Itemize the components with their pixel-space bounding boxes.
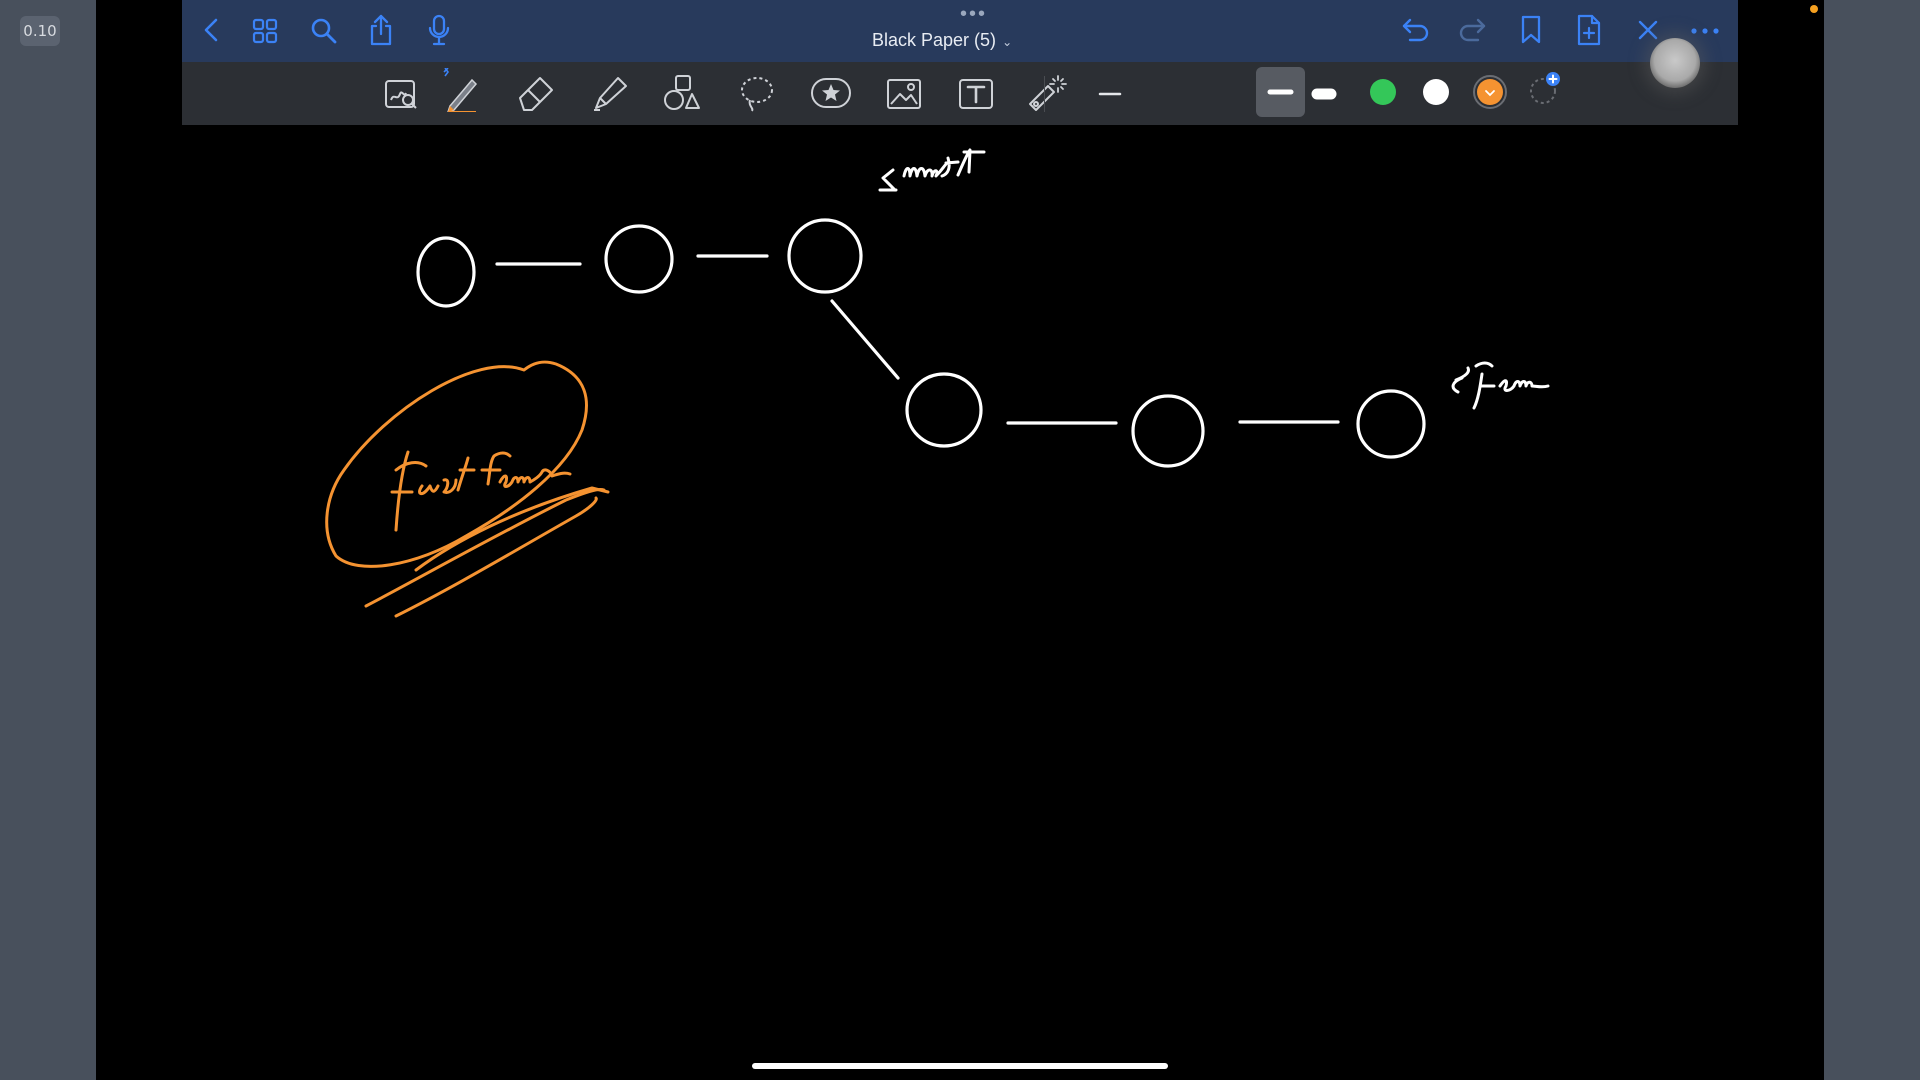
underline-stroke — [394, 496, 598, 618]
tools-bar — [182, 62, 1738, 125]
toolbar-divider — [1044, 76, 1045, 112]
node-circle — [787, 218, 863, 294]
microphone-icon[interactable] — [428, 14, 450, 46]
stroke-medium-selected[interactable] — [1256, 67, 1305, 117]
pen-icon[interactable] — [440, 68, 480, 112]
node-circle — [1356, 389, 1426, 459]
undo-icon[interactable] — [1400, 16, 1430, 44]
handwriting-fast-forward — [390, 450, 572, 532]
color-white-swatch[interactable] — [1421, 77, 1451, 107]
bookmark-icon[interactable] — [1520, 15, 1542, 45]
handwriting-master — [878, 148, 986, 192]
stroke-medium-icon — [1267, 89, 1294, 95]
connector-line — [830, 299, 900, 380]
node-circle — [604, 224, 674, 294]
recording-indicator-dot — [1810, 5, 1818, 13]
share-icon[interactable] — [368, 14, 394, 46]
ipad-screen: ••• Black Paper (5) ⌄ — [96, 0, 1824, 1080]
color-green-swatch[interactable] — [1368, 77, 1398, 107]
document-title[interactable]: Black Paper (5) ⌄ — [872, 30, 1012, 51]
linked-list-drawing — [416, 218, 1426, 468]
handwritten-orange-annotation — [325, 360, 610, 618]
stroke-thin-icon[interactable] — [1094, 78, 1126, 110]
add-color-icon[interactable] — [1528, 70, 1564, 108]
search-icon[interactable] — [310, 17, 338, 45]
text-icon[interactable] — [958, 78, 994, 110]
lasso-zoom-icon[interactable] — [384, 78, 418, 110]
assistive-touch-button[interactable] — [1650, 38, 1700, 88]
underline-stroke — [364, 488, 606, 608]
shapes-icon[interactable] — [662, 74, 702, 112]
highlighter-icon[interactable] — [590, 74, 630, 112]
laser-pointer-icon[interactable] — [1026, 72, 1068, 112]
grid-view-icon[interactable] — [252, 18, 278, 44]
sticker-icon[interactable] — [810, 76, 852, 110]
highlight-oval — [325, 360, 588, 568]
node-circle — [1131, 394, 1205, 468]
lasso-icon[interactable] — [738, 74, 776, 112]
timestamp-badge: 0.10 — [20, 16, 60, 46]
more-icon[interactable] — [1690, 26, 1720, 36]
stroke-thick-icon[interactable] — [1308, 78, 1340, 110]
add-page-icon[interactable] — [1576, 14, 1602, 46]
document-title-text: Black Paper (5) — [872, 30, 997, 50]
top-navigation-bar: ••• Black Paper (5) ⌄ — [182, 0, 1738, 62]
back-icon[interactable] — [200, 16, 224, 44]
close-icon[interactable] — [1636, 18, 1660, 42]
image-icon[interactable] — [886, 78, 922, 110]
eraser-icon[interactable] — [516, 74, 556, 112]
handwritten-white-annotations — [878, 148, 1550, 410]
node-circle — [416, 236, 476, 308]
multitasking-dots-icon[interactable]: ••• — [960, 4, 987, 24]
chevron-down-icon: ⌄ — [1002, 35, 1013, 49]
redo-icon[interactable] — [1458, 16, 1488, 44]
drawing-canvas[interactable] — [96, 125, 1824, 1080]
node-circle — [905, 372, 983, 448]
color-orange-swatch-selected[interactable] — [1473, 75, 1507, 109]
handwriting-fem — [1451, 361, 1550, 410]
home-indicator[interactable] — [752, 1063, 1168, 1069]
